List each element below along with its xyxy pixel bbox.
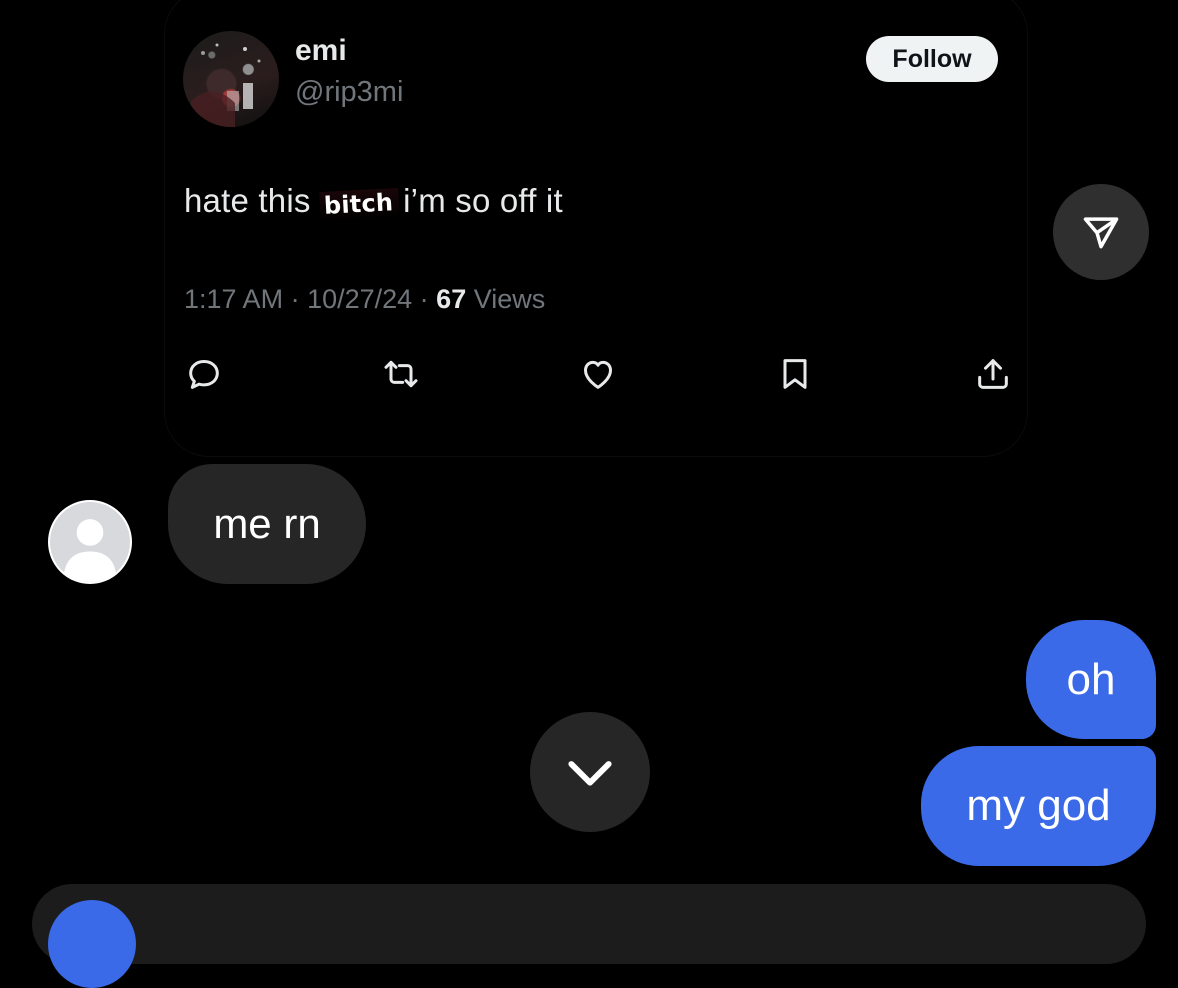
bookmark-icon[interactable] (773, 352, 817, 396)
tweet-date: 10/27/24 (307, 284, 413, 314)
message-composer[interactable] (32, 884, 1146, 964)
tweet-text-before: hate this (184, 182, 320, 219)
share-via-dm-button[interactable] (1053, 184, 1149, 280)
tweet-author-name[interactable]: emi (295, 34, 347, 68)
shared-tweet-card[interactable]: emi @rip3mi Follow hate this bitch i’m so… (165, 0, 1027, 456)
tweet-text-sticker: bitch (319, 187, 400, 223)
sender-avatar[interactable] (48, 500, 132, 584)
like-icon[interactable] (576, 352, 620, 396)
scroll-to-bottom-button[interactable] (530, 712, 650, 832)
tweet-text-after: i’m so off it (403, 182, 563, 219)
retweet-icon[interactable] (379, 352, 423, 396)
avatar-photo-icon (191, 43, 261, 127)
chevron-down-icon (568, 761, 612, 786)
follow-button[interactable]: Follow (866, 36, 998, 82)
reply-icon[interactable] (182, 352, 226, 396)
camera-button[interactable] (48, 900, 136, 988)
incoming-message-bubble[interactable]: me rn (168, 464, 366, 584)
meta-separator: · (412, 284, 437, 314)
tweet-text: hate this bitch i’m so off it (184, 182, 563, 223)
meta-separator: · (283, 284, 308, 314)
default-user-icon (63, 519, 117, 582)
tweet-views-label: Views (466, 284, 546, 314)
tweet-author-handle[interactable]: @rip3mi (295, 76, 403, 109)
tweet-views-count: 67 (436, 284, 467, 314)
tweet-author-avatar[interactable] (183, 31, 279, 127)
outgoing-message-bubble[interactable]: my god (921, 746, 1156, 866)
paper-plane-icon (1083, 217, 1119, 249)
tweet-metadata: 1:17 AM · 10/27/24 · 67 Views (184, 284, 545, 315)
share-icon[interactable] (971, 352, 1015, 396)
tweet-time: 1:17 AM (184, 284, 284, 314)
outgoing-message-bubble[interactable]: oh (1026, 620, 1156, 739)
